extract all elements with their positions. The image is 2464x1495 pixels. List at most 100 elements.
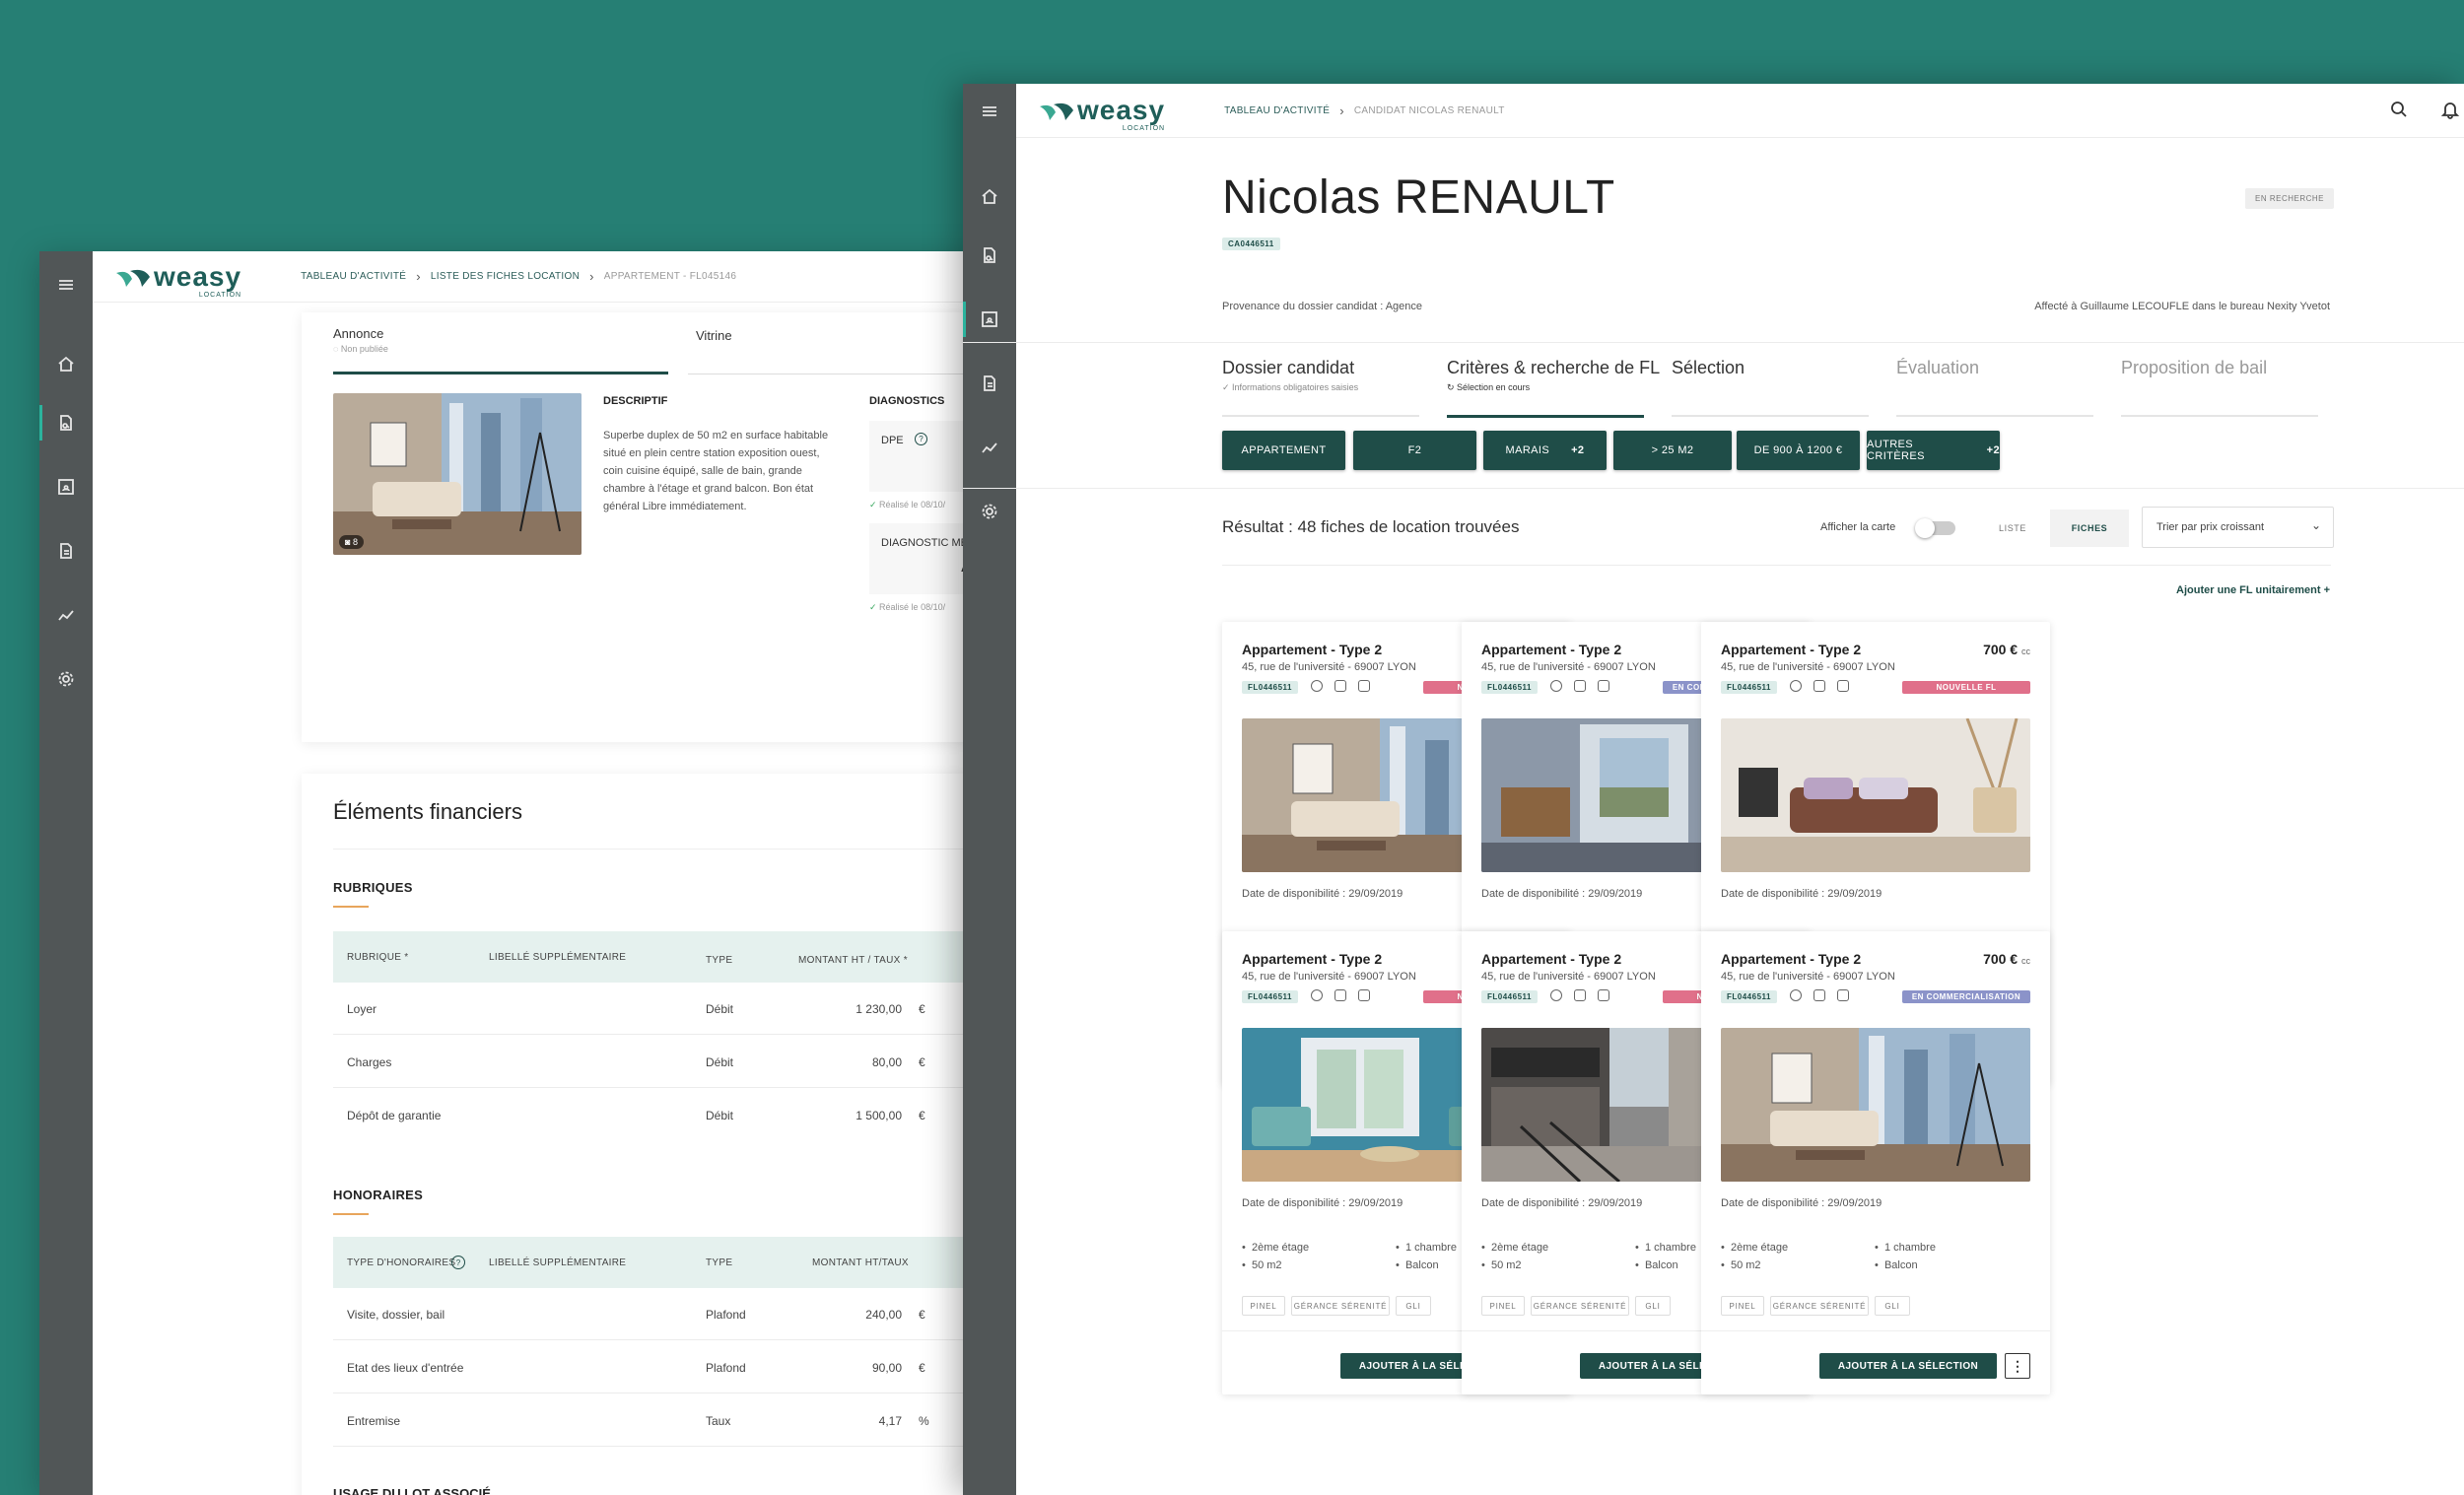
help-icon[interactable]: ? — [451, 1256, 465, 1269]
status-badge: EN COMMERCIALISATION — [1902, 990, 2030, 1003]
criteria-chip-budget[interactable]: DE 900 À 1200 € — [1737, 431, 1860, 470]
breadcrumb-item[interactable]: TABLEAU D'ACTIVITÉ — [1224, 105, 1330, 116]
add-to-selection-button[interactable]: AJOUTER À LA SÉLECTION — [1819, 1353, 1997, 1379]
tab-criteres[interactable]: Critères & recherche de FL ↻ Sélection e… — [1447, 358, 1660, 418]
candidate-name: Nicolas RENAULT — [1222, 171, 1615, 224]
column-header: TYPE — [706, 1257, 733, 1268]
view-list-button[interactable]: LISTE — [1973, 510, 2052, 547]
table-header: TYPE D'HONORAIRES ? LIBELLÉ SUPPLÉMENTAI… — [333, 1237, 986, 1288]
tag-chip: GÉRANCE SÉRENITÉ — [1770, 1296, 1869, 1316]
brand-sub: LOCATION — [1122, 125, 1166, 132]
breadcrumb-item[interactable]: LISTE DES FICHES LOCATION — [431, 271, 580, 282]
listing-ref: FL0446511 — [1242, 681, 1298, 694]
listing-photo[interactable] — [1721, 1028, 2030, 1182]
table-row[interactable]: Charges Débit 80,00 € — [333, 1036, 986, 1088]
listing-photo[interactable] — [1721, 718, 2030, 872]
tab-selection[interactable]: Sélection — [1672, 358, 1869, 417]
table-row[interactable]: Entremise Taux 4,17% — [333, 1394, 986, 1447]
tab-evaluation[interactable]: Évaluation — [1896, 358, 2093, 417]
listing-address: 45, rue de l'université - 69007 LYON — [1242, 661, 1416, 673]
breadcrumb: TABLEAU D'ACTIVITÉ › LISTE DES FICHES LOC… — [301, 269, 736, 284]
map-toggle[interactable] — [1915, 518, 1955, 538]
sort-select[interactable]: Trier par prix croissant ⌄ — [2142, 507, 2334, 548]
house-icon — [1814, 680, 1825, 692]
check-circle-icon: ✓ — [869, 602, 880, 612]
table-row[interactable]: Visite, dossier, bail Plafond 240,00 € — [333, 1288, 986, 1340]
tag-chip: GÉRANCE SÉRENITÉ — [1291, 1296, 1390, 1316]
file-icon[interactable] — [976, 370, 1003, 397]
home-icon[interactable] — [976, 182, 1003, 210]
menu-icon[interactable] — [52, 271, 80, 299]
tab-annonce[interactable]: Annonce ◌ Non publiée — [333, 326, 388, 354]
criteria-chip-type[interactable]: APPARTEMENT — [1222, 431, 1345, 470]
tag-chip: GLI — [1396, 1296, 1431, 1316]
financial-card: Éléments financiers RUBRIQUES RUBRIQUE *… — [302, 774, 986, 1495]
criteria-chip-location[interactable]: MARAIS +2 — [1483, 431, 1607, 470]
settings-icon[interactable] — [976, 498, 1003, 525]
feature-floor: • 2ème étage — [1721, 1242, 1789, 1254]
tab-dossier-candidat[interactable]: Dossier candidat ✓ Informations obligato… — [1222, 358, 1419, 417]
tab-proposition-bail[interactable]: Proposition de bail — [2121, 358, 2318, 417]
criteria-chip-surface[interactable]: > 25 M2 — [1613, 431, 1732, 470]
settings-icon[interactable] — [52, 665, 80, 693]
bell-icon[interactable] — [2440, 100, 2460, 124]
tab-active-underline — [333, 372, 668, 374]
calendar-icon — [1598, 680, 1609, 692]
check-icon: ✓ — [1222, 382, 1233, 392]
criteria-chip-other[interactable]: AUTRES CRITÈRES +2 — [1867, 431, 2000, 470]
home-icon[interactable] — [52, 350, 80, 377]
brand-name: weasy — [1077, 95, 1166, 125]
availability-date: Date de disponibilité : 29/09/2019 — [1242, 1197, 1403, 1209]
chart-line-icon[interactable] — [52, 601, 80, 629]
tab-vitrine[interactable]: Vitrine — [696, 328, 732, 343]
search-icon[interactable] — [2389, 100, 2409, 124]
availability-date: Date de disponibilité : 29/09/2019 — [1721, 888, 1882, 900]
listing-ref: FL0446511 — [1481, 681, 1538, 694]
listing-price: 700 € cc — [1983, 642, 2030, 657]
provenance: Provenance du dossier candidat : Agence — [1222, 301, 1423, 312]
globe-icon — [1790, 680, 1802, 692]
more-options-icon[interactable]: ⋮ — [2005, 1353, 2030, 1379]
add-fl-link[interactable]: Ajouter une FL unitairement + — [2176, 584, 2330, 596]
table-row[interactable]: Etat des lieux d'entrée Plafond 90,00 € — [333, 1341, 986, 1393]
weasy-logo[interactable]: weasy LOCATION — [1038, 95, 1166, 132]
column-header: MONTANT HT / TAUX * — [798, 955, 908, 966]
chevron-right-icon: › — [416, 269, 421, 284]
calendar-icon — [1358, 680, 1370, 692]
side-nav — [39, 251, 93, 1495]
listing-card[interactable]: Appartement - Type 2 700 € cc 45, rue de… — [1701, 931, 2050, 1394]
profile-card-icon[interactable] — [52, 473, 80, 501]
feature-size: • 50 m2 — [1721, 1259, 1761, 1271]
tag-chip: GÉRANCE SÉRENITÉ — [1531, 1296, 1629, 1316]
tab-label: Dossier candidat — [1222, 358, 1355, 377]
info-icon[interactable]: ? — [915, 433, 927, 445]
file-icon[interactable] — [52, 537, 80, 565]
document-search-icon[interactable] — [39, 405, 80, 441]
tab-annonce-label: Annonce — [333, 326, 384, 341]
listing-title: Appartement - Type 2 — [1481, 642, 1622, 657]
chevron-right-icon: › — [1339, 102, 1344, 118]
weasy-logo[interactable]: weasy LOCATION — [114, 262, 241, 299]
annonce-card: Annonce ◌ Non publiée Vitrine ◙ 8 DESCRI… — [302, 312, 986, 742]
chart-line-icon[interactable] — [976, 434, 1003, 461]
table-row[interactable]: Loyer Débit 1 230,00 € — [333, 983, 986, 1035]
menu-icon[interactable] — [976, 98, 1003, 125]
calendar-icon — [1837, 989, 1849, 1001]
criteria-chip-rooms[interactable]: F2 — [1353, 431, 1476, 470]
document-search-icon[interactable] — [976, 241, 1003, 269]
globe-icon — [1550, 680, 1562, 692]
plus-icon: + — [2323, 584, 2330, 596]
tab-sub: Sélection en cours — [1457, 382, 1531, 392]
table-row[interactable]: Dépôt de garantie Débit 1 500,00 € — [333, 1089, 986, 1141]
column-header: TYPE D'HONORAIRES — [347, 1257, 456, 1268]
feature-extra: • Balcon — [1635, 1259, 1678, 1271]
view-cards-button[interactable]: FICHES — [2050, 510, 2129, 547]
listing-ref: FL0446511 — [1721, 990, 1777, 1003]
tag-chip: PINEL — [1242, 1296, 1285, 1316]
photo-count-badge: ◙ 8 — [339, 535, 364, 549]
feature-rooms: • 1 chambre — [1875, 1242, 1936, 1254]
tag-chip: GLI — [1875, 1296, 1910, 1316]
profile-card-icon[interactable] — [963, 302, 1003, 337]
breadcrumb-item[interactable]: TABLEAU D'ACTIVITÉ — [301, 271, 406, 282]
listing-photo[interactable]: ◙ 8 — [333, 393, 582, 555]
